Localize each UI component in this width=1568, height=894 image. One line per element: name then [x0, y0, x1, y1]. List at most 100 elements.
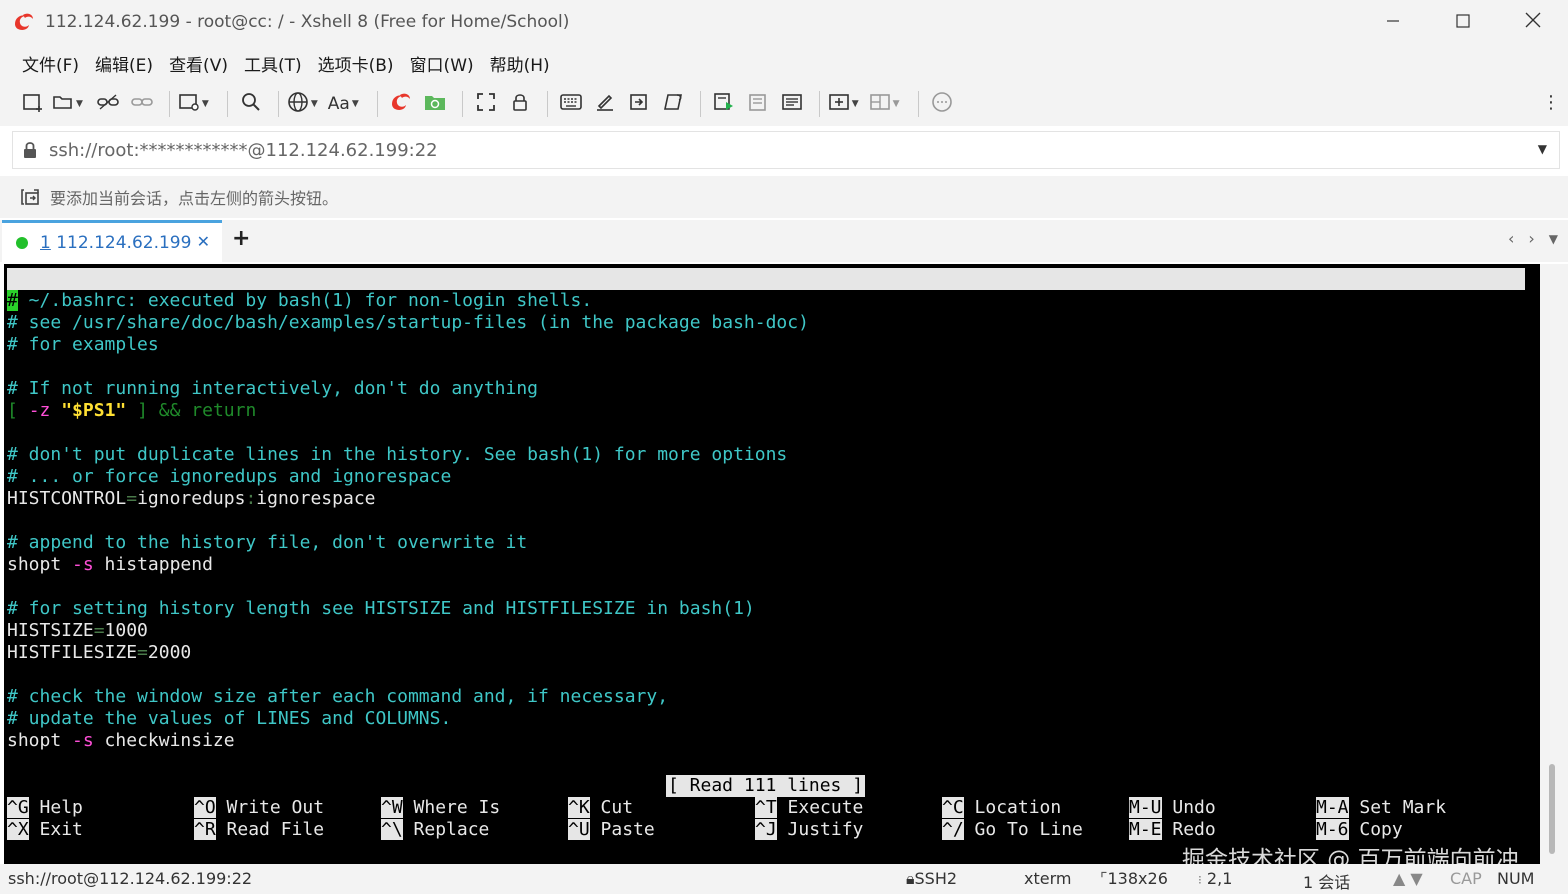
terminal-line: # don't put duplicate lines in the histo…: [7, 444, 788, 465]
shortcut-undo: M-U Undo: [1129, 797, 1216, 818]
toolbar-separator: [546, 91, 548, 117]
link-icon: [130, 92, 154, 116]
keyboard-icon: [559, 93, 583, 115]
toolbar-separator: [461, 91, 463, 117]
cursor-position-icon: ⁝: [1198, 873, 1202, 887]
notes-button[interactable]: [777, 89, 807, 119]
menu-help[interactable]: 帮助(H): [482, 51, 558, 76]
chevron-right-icon[interactable]: ›: [1528, 229, 1534, 248]
terminal-scrollbar[interactable]: [1540, 264, 1568, 864]
arrow-up-icon[interactable]: ▲: [1393, 869, 1405, 888]
layout-button[interactable]: ▼: [869, 89, 906, 119]
menu-window[interactable]: 窗口(W): [402, 51, 482, 76]
session-properties-button[interactable]: ▼: [178, 89, 215, 119]
scrollbar-thumb[interactable]: [1549, 764, 1555, 854]
shortcut-replace: ^\ Replace: [381, 819, 490, 840]
folder-icon: [52, 92, 74, 116]
terminal-line: # check the window size after each comma…: [7, 686, 669, 707]
menu-edit[interactable]: 编辑(E): [87, 51, 161, 76]
status-bar: ssh://root@112.124.62.199:22 🔒︎SSH2 xter…: [0, 864, 1568, 894]
add-tab-button[interactable]: +: [232, 226, 250, 251]
terminal-line: shopt -s histappend: [7, 554, 213, 575]
status-protocol: 🔒︎SSH2: [906, 869, 958, 888]
log-start-button[interactable]: [709, 89, 739, 119]
status-position: ⁝ 2,1: [1198, 869, 1233, 888]
terminal-line: # If not running interactively, don't do…: [7, 378, 539, 399]
tab-bar: 1 112.124.62.199 ✕ + ‹ › ▼: [0, 220, 1568, 262]
chevron-down-icon[interactable]: ▼: [352, 99, 359, 109]
layout-icon: [869, 92, 891, 116]
chevron-down-icon[interactable]: ▼: [202, 99, 209, 109]
chevron-left-icon[interactable]: ‹: [1508, 229, 1514, 248]
chevron-down-icon[interactable]: ▼: [1549, 232, 1558, 248]
compose-button[interactable]: [590, 89, 620, 119]
shortcut-justify: ^J Justify: [755, 819, 864, 840]
maximize-button[interactable]: [1428, 0, 1498, 44]
terminal-line: # for examples: [7, 334, 159, 355]
log-stop-button[interactable]: [743, 89, 773, 119]
menu-file[interactable]: 文件(F): [14, 51, 87, 76]
keyboard-button[interactable]: [556, 89, 586, 119]
disconnect-button[interactable]: [93, 89, 123, 119]
menu-tools[interactable]: 工具(T): [236, 51, 310, 76]
window-settings-icon: [178, 92, 200, 116]
lock-button[interactable]: [505, 89, 535, 119]
log-icon: [747, 92, 769, 116]
add-window-icon: [828, 92, 850, 116]
font-label: Aa: [327, 94, 350, 114]
terminal-line: HISTSIZE=1000: [7, 620, 148, 641]
menu-view[interactable]: 查看(V): [161, 51, 236, 76]
terminal-line: [ -z "$PS1" ] && return: [7, 400, 257, 421]
window-title: 112.124.62.199 - root@cc: / - Xshell 8 (…: [45, 12, 570, 32]
status-cap: CAP: [1450, 869, 1482, 888]
chat-button[interactable]: [927, 89, 957, 119]
new-tab-button[interactable]: ▼: [828, 89, 865, 119]
chevron-down-icon[interactable]: ▼: [1538, 142, 1547, 156]
hint-text: 要添加当前会话，点击左侧的箭头按钮。: [50, 189, 339, 208]
script-button[interactable]: [658, 89, 688, 119]
xftp-button[interactable]: [386, 89, 416, 119]
chevron-down-icon[interactable]: ▼: [852, 99, 859, 109]
chevron-down-icon[interactable]: ▼: [76, 99, 83, 109]
terminal-line: HISTFILESIZE=2000: [7, 642, 192, 663]
link-broken-icon: [96, 92, 120, 116]
tab-session-1[interactable]: 1 112.124.62.199 ✕: [2, 220, 222, 262]
search-icon: [241, 92, 261, 116]
fullscreen-button[interactable]: [471, 89, 501, 119]
xshell-logo-icon: [13, 11, 35, 33]
add-session-arrow-icon[interactable]: [20, 187, 42, 207]
new-session-icon: [22, 92, 44, 116]
nano-status-message: [ Read 111 lines ]: [666, 775, 866, 797]
transfer-button[interactable]: [420, 89, 450, 119]
minimize-button[interactable]: [1358, 0, 1428, 44]
encoding-button[interactable]: ▼: [287, 89, 324, 119]
open-session-button[interactable]: ▼: [52, 89, 89, 119]
shortcut-cut: ^K Cut: [568, 797, 634, 818]
address-input[interactable]: ssh://root:************@112.124.62.199:2…: [49, 140, 438, 161]
status-size: ⌜138x26: [1100, 869, 1168, 888]
resize-icon: ⌜: [1100, 869, 1108, 888]
chevron-down-icon[interactable]: ▼: [311, 99, 318, 109]
find-button[interactable]: [236, 89, 266, 119]
font-button[interactable]: Aa ▼: [328, 89, 365, 119]
shortcut-paste: ^U Paste: [568, 819, 655, 840]
shortcut-execute: ^T Execute: [755, 797, 864, 818]
more-options-icon[interactable]: ⋮: [1542, 92, 1560, 113]
address-bar[interactable]: ssh://root:************@112.124.62.199:2…: [12, 131, 1560, 169]
send-button[interactable]: [624, 89, 654, 119]
new-session-button[interactable]: [18, 89, 48, 119]
menu-tabs[interactable]: 选项卡(B): [310, 51, 402, 76]
title-bar: 112.124.62.199 - root@cc: / - Xshell 8 (…: [0, 0, 1568, 44]
nano-title-bar: GNU nano 7.2 /root/.bashrc: [7, 268, 1525, 333]
status-terminal-type: xterm: [1024, 869, 1072, 888]
terminal-view[interactable]: GNU nano 7.2 /root/.bashrc # ~/.bashrc: …: [4, 264, 1540, 864]
reconnect-button[interactable]: [127, 89, 157, 119]
chevron-down-icon[interactable]: ▼: [893, 99, 900, 109]
close-button[interactable]: [1498, 0, 1568, 44]
shortcut-location: ^C Location: [942, 797, 1062, 818]
close-tab-icon[interactable]: ✕: [197, 232, 210, 251]
connected-status-icon: [16, 236, 28, 249]
minimize-icon: [1386, 12, 1400, 33]
arrow-down-icon[interactable]: ▼: [1410, 869, 1422, 888]
status-arrows[interactable]: ▲ ▼: [1393, 869, 1423, 888]
